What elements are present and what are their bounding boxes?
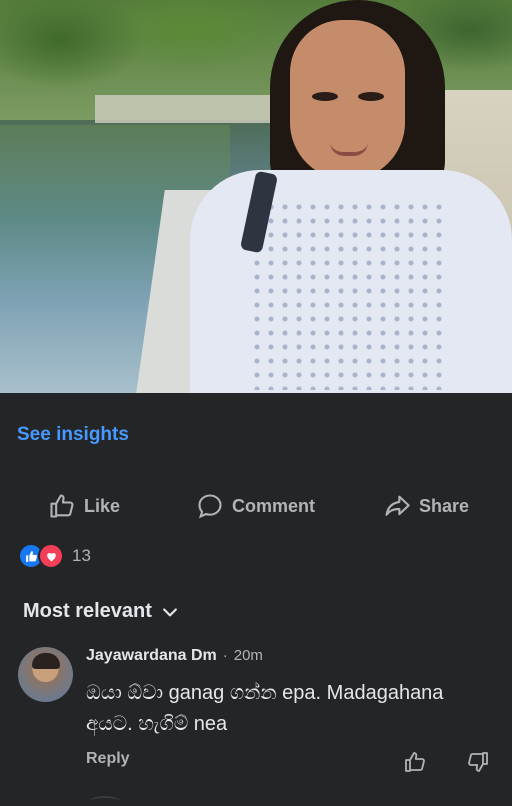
comment-button[interactable]: Comment [196, 486, 315, 526]
thumbs-up-icon [50, 494, 74, 518]
reaction-count: 13 [72, 546, 91, 565]
photo-person [190, 0, 512, 393]
commenter-avatar[interactable] [18, 647, 73, 702]
person-shirt [190, 170, 512, 393]
chevron-down-icon [163, 607, 177, 616]
person-mouth [330, 142, 368, 156]
sort-label: Most relevant [23, 600, 152, 622]
avatar-hair [32, 653, 60, 669]
comment-bubble-icon [198, 494, 222, 519]
person-eye-right [358, 92, 384, 101]
share-arrow-icon [385, 495, 410, 516]
comment-sort-dropdown[interactable]: Most relevant [23, 600, 180, 623]
post-action-bar: Like Comment Share [0, 486, 512, 526]
share-button[interactable]: Share [383, 486, 469, 526]
upvote-icon[interactable] [403, 750, 427, 774]
comment-label: Comment [232, 495, 316, 516]
reply-button[interactable]: Reply [86, 750, 130, 768]
comment-separator: · [222, 647, 228, 664]
like-label: Like [84, 495, 121, 516]
comment-timestamp: 20m [233, 647, 263, 664]
see-insights-link[interactable]: See insights [17, 424, 129, 446]
person-face [290, 20, 405, 180]
like-button[interactable]: Like [48, 486, 120, 526]
post-photo[interactable] [0, 0, 512, 393]
comment-header: Jayawardana Dm · 20m [86, 647, 263, 665]
next-comment-avatar-edge [90, 796, 120, 806]
comment-text: ඔයා ඕවා ganag ගන්න epa. Madagahana අයට. … [86, 682, 444, 735]
comment-author[interactable]: Jayawardana Dm [86, 647, 217, 665]
person-eye-left [312, 92, 338, 101]
share-label: Share [419, 495, 470, 516]
downvote-icon[interactable] [466, 750, 490, 774]
reaction-summary[interactable]: 13 [18, 543, 91, 569]
love-reaction-icon [38, 543, 64, 569]
